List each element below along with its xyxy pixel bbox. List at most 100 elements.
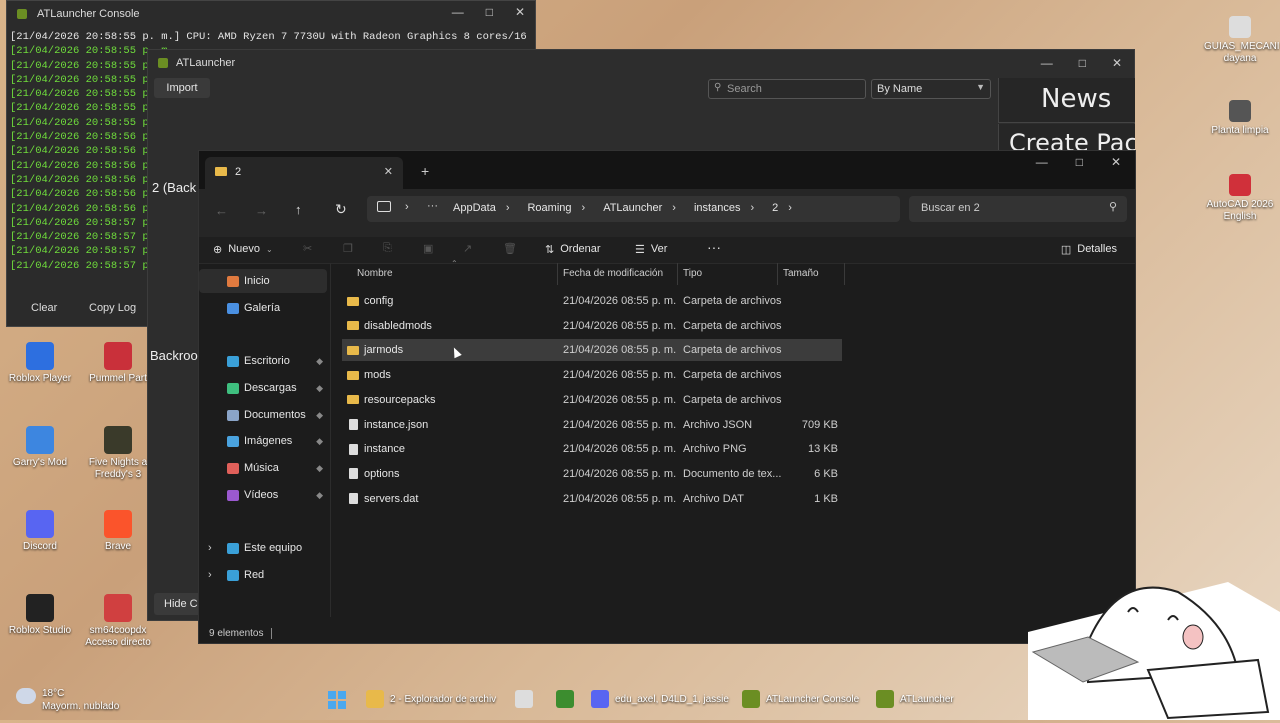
sidebar-item[interactable]: Galería <box>199 296 327 320</box>
desktop-icon[interactable]: sm64coopdx Acceso directo <box>82 594 154 649</box>
taskbar-item[interactable]: ATLauncher <box>876 690 954 708</box>
maximize-icon[interactable]: □ <box>1079 56 1086 70</box>
desktop-icon[interactable]: Pummel Part <box>82 342 154 385</box>
breadcrumb-item[interactable]: instances <box>694 202 740 214</box>
file-row[interactable]: instance.json 21/04/2026 08:55 p. m. Archi… <box>342 414 842 436</box>
breadcrumb-item[interactable]: Roaming <box>527 202 571 214</box>
taskbar-item-label: 2 - Explorador de archiv <box>390 693 497 705</box>
file-row[interactable]: resourcepacks 21/04/2026 08:55 p. m. Carpe… <box>342 389 842 411</box>
clear-button[interactable]: Clear <box>19 298 69 318</box>
create-pack-tab[interactable]: Create Pack <box>998 124 1135 150</box>
details-button[interactable]: ◫ Detalles <box>1061 243 1117 256</box>
address-bar[interactable]: › ··· AppData › Roaming › ATLauncher › instanc… <box>367 196 900 222</box>
desktop-icon[interactable]: AutoCAD 2026 English <box>1204 174 1276 223</box>
sidebar-item[interactable]: Vídeos ◆ <box>199 483 327 507</box>
file-type: Carpeta de archivos <box>683 295 782 307</box>
atlauncher-titlebar[interactable]: ATLauncher <box>148 50 1134 76</box>
share-icon[interactable]: ↗ <box>463 242 472 255</box>
file-row[interactable]: options 21/04/2026 08:55 p. m. Documento d… <box>342 463 842 485</box>
desktop-icon[interactable]: Garry's Mod <box>4 426 76 469</box>
back-arrow-icon[interactable]: ← <box>215 203 228 218</box>
sidebar-item[interactable]: › Red <box>199 563 327 587</box>
breadcrumb-item[interactable]: AppData <box>453 202 496 214</box>
sort-button[interactable]: ⇅ Ordenar <box>545 243 601 256</box>
explorer-search-input[interactable]: Buscar en 2 ⚲ <box>909 196 1127 222</box>
desktop-icon[interactable]: Five Nights a Freddy's 3 <box>82 426 154 481</box>
file-icon <box>349 443 358 455</box>
sidebar-item[interactable]: Escritorio ◆ <box>199 349 327 373</box>
taskbar-item[interactable]: ATLauncher Console <box>742 690 859 708</box>
desktop-icon[interactable]: Roblox Studio <box>4 594 76 637</box>
file-row[interactable]: instance 21/04/2026 08:55 p. m. Archivo PN… <box>342 438 842 460</box>
copy-log-button[interactable]: Copy Log <box>77 298 148 318</box>
paste-icon[interactable]: ⎘ <box>383 242 392 255</box>
home-icon <box>227 275 239 287</box>
close-tab-icon[interactable]: ✕ <box>384 165 393 178</box>
instance-search-input[interactable]: ⚲ Search <box>708 79 866 99</box>
sidebar-item[interactable]: Descargas ◆ <box>199 376 327 400</box>
sidebar-item-label: Música <box>244 462 279 474</box>
cut-icon[interactable]: ✂ <box>303 242 312 255</box>
desktop-icon[interactable]: Discord <box>4 510 76 553</box>
up-arrow-icon[interactable]: ↑ <box>295 202 302 217</box>
column-header-size[interactable]: Tamaño <box>783 268 819 279</box>
column-header-type[interactable]: Tipo <box>683 268 702 279</box>
desktop-icon[interactable]: Planta limpia <box>1204 100 1276 137</box>
new-button[interactable]: ⊕ Nuevo ⌄ <box>213 243 273 256</box>
close-icon[interactable]: ✕ <box>1111 155 1121 169</box>
maximize-icon[interactable]: □ <box>486 5 493 19</box>
more-options-icon[interactable]: ··· <box>707 239 721 255</box>
new-tab-icon[interactable]: + <box>421 163 429 179</box>
copy-icon[interactable]: ❐ <box>343 242 353 255</box>
chevron-right-icon[interactable]: › <box>208 542 212 554</box>
refresh-icon[interactable]: ↻ <box>335 201 347 218</box>
maximize-icon[interactable]: □ <box>1076 155 1083 169</box>
ellipsis-icon[interactable]: ··· <box>427 200 438 212</box>
sidebar-item[interactable]: Música ◆ <box>199 456 327 480</box>
column-divider[interactable] <box>844 263 845 285</box>
minimize-icon[interactable]: — <box>1041 56 1053 70</box>
news-tab[interactable]: News <box>998 78 1135 123</box>
close-icon[interactable]: ✕ <box>1112 56 1122 70</box>
desktop-icon-label: GUIAS_MECANI dayana <box>1204 41 1280 64</box>
file-row[interactable]: servers.dat 21/04/2026 08:55 p. m. Archivo… <box>342 488 842 510</box>
chevron-right-icon[interactable]: › <box>208 569 212 581</box>
forward-arrow-icon[interactable]: → <box>255 203 268 218</box>
minimize-icon[interactable]: — <box>1036 155 1048 169</box>
minimize-icon[interactable]: — <box>452 5 464 19</box>
explorer-tab[interactable]: 2 ✕ <box>205 157 403 189</box>
breadcrumb-item[interactable]: 2 <box>772 202 778 214</box>
taskbar-item[interactable] <box>515 690 533 708</box>
file-row[interactable]: jarmods 21/04/2026 08:55 p. m. Carpeta de … <box>342 339 842 362</box>
column-header-date[interactable]: Fecha de modificación <box>563 268 663 279</box>
breadcrumb-item[interactable]: ATLauncher <box>603 202 662 214</box>
desktop-icon[interactable]: GUIAS_MECANI dayana <box>1204 16 1280 65</box>
desktop-icon[interactable]: Roblox Player <box>4 342 76 385</box>
file-row[interactable]: disabledmods 21/04/2026 08:55 p. m. Carpet… <box>342 315 842 337</box>
taskbar-item[interactable]: 2 - Explorador de archiv <box>366 690 496 708</box>
column-divider[interactable] <box>677 263 678 285</box>
close-icon[interactable]: ✕ <box>515 5 525 19</box>
import-button[interactable]: Import <box>154 78 210 98</box>
app-icon <box>26 594 54 622</box>
sidebar-item[interactable]: Imágenes ◆ <box>199 429 327 453</box>
sort-select[interactable]: By Name ▼ <box>871 79 991 99</box>
desktop-icon[interactable]: Brave <box>82 510 154 553</box>
column-divider[interactable] <box>557 263 558 285</box>
delete-icon[interactable]: 🗑 <box>503 242 517 255</box>
taskbar-item[interactable]: edu_axel, D4LD_1, jassie <box>591 690 729 708</box>
sidebar-item[interactable]: › Este equipo <box>199 536 327 560</box>
weather-temperature[interactable]: 18°C <box>42 688 64 699</box>
view-button[interactable]: ☰ Ver <box>635 243 667 256</box>
weather-description[interactable]: Mayorm. nublado <box>42 701 119 712</box>
sidebar-item[interactable]: Inicio <box>199 269 327 293</box>
column-header-name[interactable]: Nombre <box>357 268 393 279</box>
file-row[interactable]: mods 21/04/2026 08:55 p. m. Carpeta de arc… <box>342 364 842 386</box>
sidebar-item[interactable]: Documentos ◆ <box>199 403 327 427</box>
start-button[interactable] <box>328 691 346 709</box>
weather-cloud-icon <box>16 688 36 704</box>
taskbar-item[interactable] <box>556 690 574 708</box>
file-row[interactable]: config 21/04/2026 08:55 p. m. Carpeta de a… <box>342 290 842 312</box>
rename-icon[interactable]: ▣ <box>423 242 433 255</box>
column-divider[interactable] <box>777 263 778 285</box>
